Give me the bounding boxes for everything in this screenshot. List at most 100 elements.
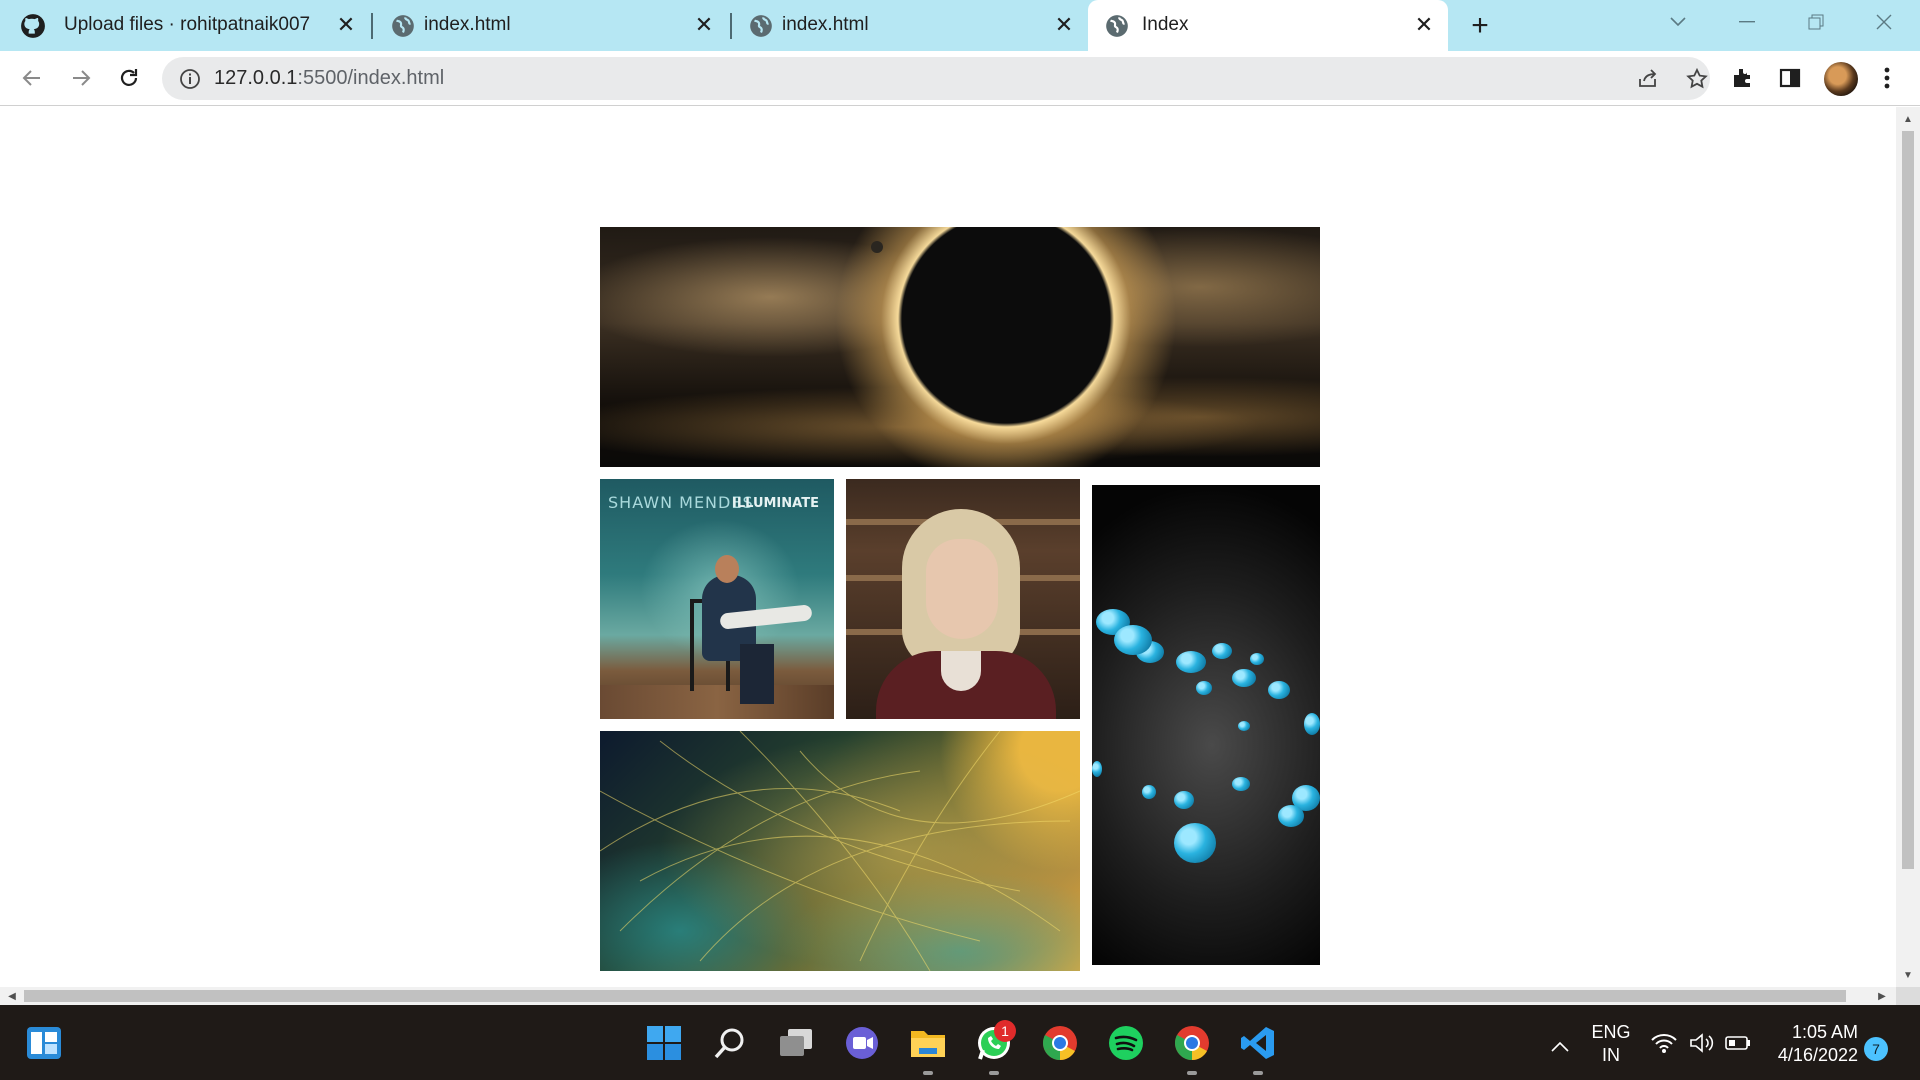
teams-chat-icon[interactable] [840, 1021, 884, 1065]
photo-detail [1304, 713, 1320, 735]
profile-avatar[interactable] [1824, 62, 1858, 96]
photo-detail [1114, 625, 1152, 655]
clock[interactable]: 1:05 AM 4/16/2022 [1770, 1021, 1858, 1067]
github-icon [21, 14, 45, 38]
restore-icon[interactable] [1796, 6, 1836, 38]
language-indicator[interactable]: ENG IN [1588, 1021, 1634, 1067]
globe-icon [1106, 15, 1128, 37]
photo-detail [740, 644, 774, 704]
scroll-left-arrow-icon[interactable]: ◀ [6, 990, 18, 1002]
portrait-photo [846, 479, 1080, 719]
windows-taskbar: 1 ENG IN 1:05 AM 4/16/2022 7 [0, 1005, 1920, 1080]
chrome-menu-icon[interactable] [1870, 61, 1904, 95]
url-host: 127.0.0.1 [214, 67, 298, 89]
vscode-icon[interactable] [1236, 1021, 1280, 1065]
tab-title: index.html [424, 14, 511, 35]
scroll-up-arrow-icon[interactable]: ▲ [1902, 113, 1914, 125]
photo-detail [1174, 791, 1194, 809]
file-explorer-icon[interactable] [906, 1021, 950, 1065]
reload-icon [120, 69, 138, 86]
photo-detail [1092, 761, 1102, 777]
scroll-right-arrow-icon[interactable]: ▶ [1876, 990, 1888, 1002]
clock-date: 4/16/2022 [1777, 1045, 1858, 1065]
horizontal-scrollbar[interactable]: ◀ ▶ [0, 987, 1896, 1005]
photo-detail [1278, 805, 1304, 827]
chrome-profile-icon[interactable] [1170, 1021, 1214, 1065]
running-indicator [923, 1071, 933, 1075]
wifi-icon[interactable] [1648, 1027, 1680, 1059]
close-tab-icon[interactable]: ✕ [1050, 11, 1078, 39]
language-code: ENG [1591, 1022, 1631, 1042]
search-icon[interactable] [708, 1021, 752, 1065]
photo-detail [1268, 681, 1290, 699]
horizontal-scroll-thumb[interactable] [24, 990, 1846, 1002]
photo-detail [1174, 823, 1216, 863]
chrome-icon[interactable] [1038, 1021, 1082, 1065]
forward-arrow-icon [73, 70, 91, 86]
photo-detail [1238, 721, 1250, 731]
forward-button[interactable] [62, 59, 100, 97]
share-icon[interactable] [1634, 65, 1662, 93]
network-lines [600, 731, 1080, 971]
scroll-down-arrow-icon[interactable]: ▼ [1902, 969, 1914, 981]
side-panel-icon[interactable] [1773, 61, 1807, 95]
eclipse-photo [600, 227, 1320, 467]
url-text[interactable]: 127.0.0.1:5500/index.html [214, 67, 444, 90]
vertical-scroll-thumb[interactable] [1902, 131, 1914, 869]
show-hidden-icons-icon[interactable] [1538, 1025, 1582, 1069]
site-info-icon[interactable] [178, 67, 202, 91]
close-tab-icon[interactable]: ✕ [690, 11, 718, 39]
tab-index-html-1[interactable]: index.html ✕ [376, 0, 732, 51]
tab-title: Index [1142, 14, 1189, 35]
photo-detail [1250, 653, 1264, 665]
photo-detail [941, 651, 981, 691]
reload-button[interactable] [110, 59, 148, 97]
tab-search-icon[interactable] [1658, 6, 1698, 38]
tab-title: index.html [782, 14, 869, 35]
address-bar[interactable]: 127.0.0.1:5500/index.html [162, 57, 1710, 100]
tab-title: Upload files · rohitpatnaik007/ro [64, 14, 310, 35]
tab-strip: Upload files · rohitpatnaik007/ro ✕ inde… [0, 0, 1920, 51]
photo-detail [871, 241, 883, 253]
close-tab-icon[interactable]: ✕ [332, 11, 360, 39]
back-arrow-icon [22, 70, 40, 86]
globe-icon [392, 15, 414, 37]
photo-detail [1176, 651, 1206, 673]
back-button[interactable] [13, 59, 51, 97]
new-tab-button[interactable]: + [1464, 9, 1496, 42]
minimize-icon[interactable] [1727, 6, 1767, 38]
water-droplets-photo [1092, 485, 1320, 965]
url-path: :5500/index.html [297, 67, 445, 89]
extensions-icon[interactable] [1725, 61, 1759, 95]
tab-index-html-2[interactable]: index.html ✕ [734, 0, 1086, 51]
photo-detail [1232, 777, 1250, 791]
running-indicator [1187, 1071, 1197, 1075]
globe-icon [750, 15, 772, 37]
spotify-icon[interactable] [1104, 1021, 1148, 1065]
tab-separator [730, 13, 732, 39]
album-title-text: ILLUMINATE [732, 496, 819, 511]
photo-detail [1196, 681, 1212, 695]
earth-network-photo [600, 731, 1080, 971]
close-tab-icon[interactable]: ✕ [1410, 11, 1438, 39]
battery-icon[interactable] [1722, 1027, 1754, 1059]
notification-count-badge[interactable]: 7 [1864, 1037, 1888, 1061]
whatsapp-badge: 1 [994, 1020, 1016, 1042]
page-viewport: SHAWN MENDES ILLUMINATE [0, 107, 1896, 987]
volume-icon[interactable] [1686, 1027, 1718, 1059]
task-view-icon[interactable] [774, 1021, 818, 1065]
browser-toolbar: 127.0.0.1:5500/index.html [0, 51, 1920, 106]
bookmark-star-icon[interactable] [1683, 65, 1711, 93]
close-window-icon[interactable] [1864, 6, 1904, 38]
vertical-scrollbar[interactable]: ▲ ▼ [1896, 107, 1920, 987]
running-indicator [989, 1071, 999, 1075]
running-indicator [1253, 1071, 1263, 1075]
photo-detail [1212, 643, 1232, 659]
photo-detail [1142, 785, 1156, 799]
tab-upload-files[interactable]: Upload files · rohitpatnaik007/ro ✕ [0, 0, 362, 51]
tab-index-active[interactable]: Index ✕ [1088, 0, 1448, 51]
photo-detail [926, 539, 998, 639]
start-icon[interactable] [642, 1021, 686, 1065]
photo-detail [715, 555, 739, 583]
widgets-icon[interactable] [22, 1021, 66, 1065]
